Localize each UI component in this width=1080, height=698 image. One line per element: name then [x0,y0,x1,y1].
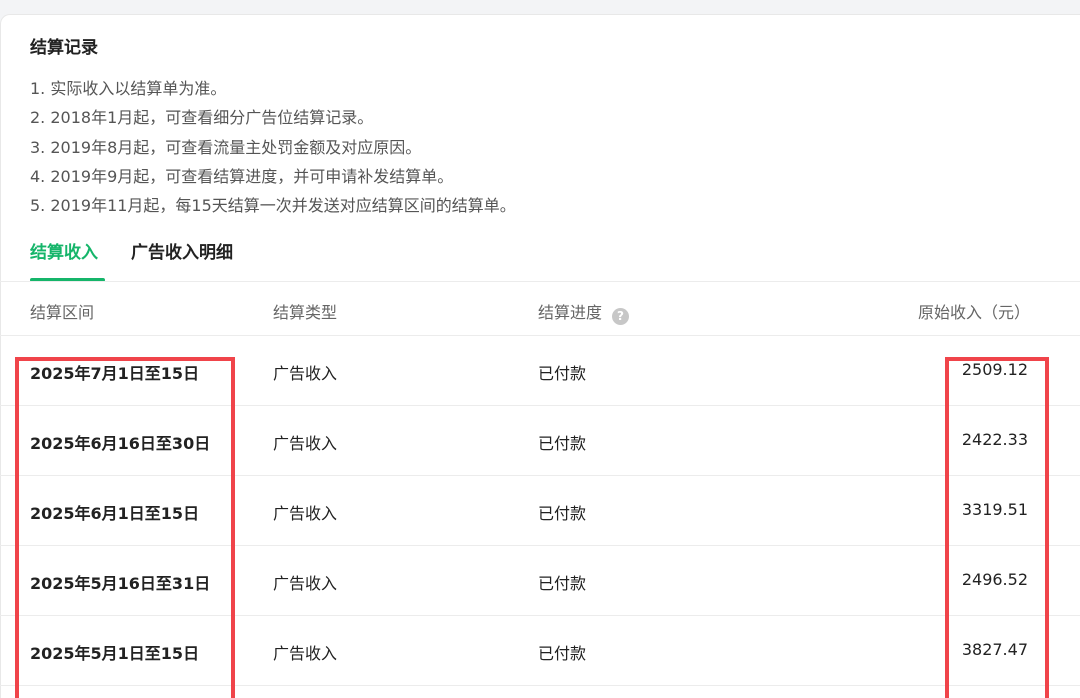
cell-period: 2025年5月16日至31日 [30,574,211,593]
question-circle-icon[interactable]: ? [612,308,630,325]
notes-list: 1. 实际收入以结算单为准。 2. 2018年1月起，可查看细分广告位结算记录。… [30,74,516,220]
note-item: 1. 实际收入以结算单为准。 [30,79,227,98]
cell-income: 2422.33 [961,430,1028,449]
header-type: 结算类型 [273,303,338,322]
cell-progress: 已付款 [538,504,587,523]
cell-period: 2025年5月1日至15日 [30,644,200,663]
cell-progress: 已付款 [538,434,587,453]
cell-period: 2025年6月16日至30日 [30,434,211,453]
cell-type: 广告收入 [273,364,338,383]
tab-settlement-income[interactable]: 结算收入 [30,238,98,263]
cell-progress: 已付款 [538,364,587,383]
cell-period: 2025年6月1日至15日 [30,504,200,523]
section-title: 结算记录 [30,38,98,58]
cell-progress: 已付款 [538,644,587,663]
cell-income: 3319.51 [961,500,1028,519]
note-item: 4. 2019年9月起，可查看结算进度，并可申请补发结算单。 [30,166,454,186]
cell-type: 广告收入 [273,434,338,453]
cell-income: 2509.12 [961,360,1028,379]
note-item: 5. 2019年11月起，每15天结算一次并发送对应结算区间的结算单。 [30,196,516,216]
cell-type: 广告收入 [273,504,338,523]
tab-ad-income-detail[interactable]: 广告收入明细 [131,238,233,263]
cell-period: 2025年7月1日至15日 [30,364,200,383]
note-item: 2. 2018年1月起，可查看细分广告位结算记录。 [30,108,374,128]
note-item: 3. 2019年8月起，可查看流量主处罚金额及对应原因。 [30,137,422,157]
cell-income: 2496.52 [961,570,1028,589]
table-row: 2025年5月1日至15日 广告收入 已付款 3827.47 [0,616,1080,686]
cell-type: 广告收入 [273,644,338,663]
table-header: 结算区间 结算类型 结算进度? 原始收入（元） [0,282,1080,336]
header-income: 原始收入（元） [917,303,1030,322]
table-row: 2025年6月16日至30日 广告收入 已付款 2422.33 [0,406,1080,476]
table-row: 2025年6月1日至15日 广告收入 已付款 3319.51 [0,476,1080,546]
header-progress-label: 结算进度 [538,303,603,322]
page: 结算记录 1. 实际收入以结算单为准。 2. 2018年1月起，可查看细分广告位… [0,0,1080,698]
cell-progress: 已付款 [538,574,587,593]
settlement-table: 结算区间 结算类型 结算进度? 原始收入（元） 2025年7月1日至15日 广告… [0,282,1080,686]
table-row: 2025年5月16日至31日 广告收入 已付款 2496.52 [0,546,1080,616]
header-period: 结算区间 [30,303,95,322]
cell-income: 3827.47 [961,640,1028,659]
table-row: 2025年7月1日至15日 广告收入 已付款 2509.12 [0,336,1080,406]
header-progress: 结算进度? [538,299,630,325]
cell-type: 广告收入 [273,574,338,593]
